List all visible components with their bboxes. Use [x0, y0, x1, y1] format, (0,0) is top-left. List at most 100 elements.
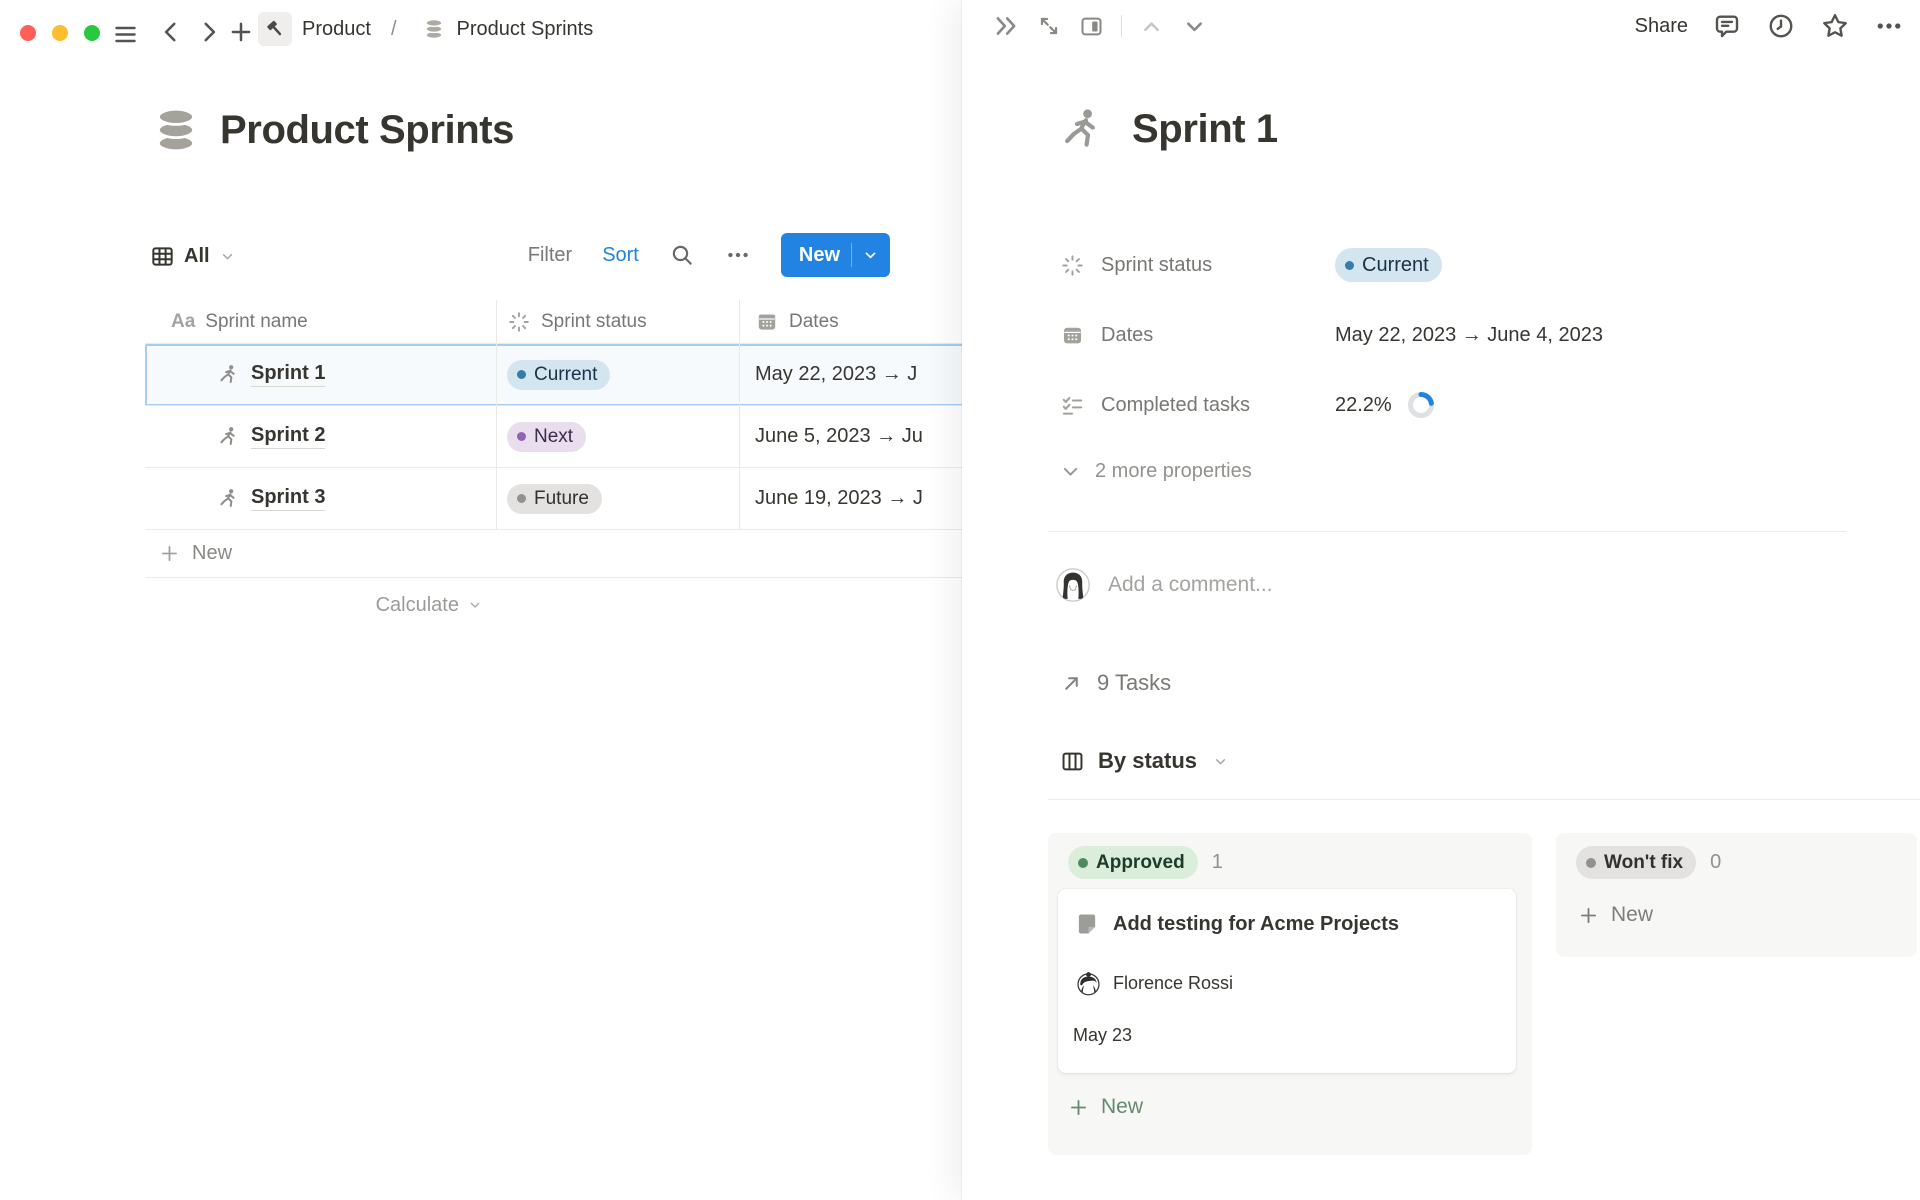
breadcrumb-product[interactable]: Product [302, 18, 371, 41]
board-card[interactable]: Add testing for Acme Projects Florence R… [1058, 889, 1516, 1073]
share-button[interactable]: Share [1635, 15, 1688, 38]
page-header: Product Sprints [152, 106, 514, 154]
status-pill[interactable]: Next [507, 422, 586, 452]
assignee-avatar [1076, 971, 1101, 996]
column-header-sprint-status[interactable]: Sprint status [497, 300, 740, 344]
group-status-pill[interactable]: Approved [1068, 846, 1198, 879]
row-title-link[interactable]: Sprint 2 [251, 424, 325, 449]
status-pill[interactable]: Current [507, 360, 610, 390]
runner-icon [217, 487, 240, 510]
property-label[interactable]: Completed tasks [1060, 393, 1335, 418]
column-header-label: Sprint name [205, 311, 307, 333]
peek-controls [992, 12, 1208, 40]
dates-cell[interactable]: June 19, 2023 → J [755, 487, 923, 510]
favorite-star-icon[interactable] [1820, 11, 1850, 41]
plus-icon [1068, 1097, 1089, 1118]
calculate-dropdown[interactable]: Calculate [145, 578, 497, 632]
card-title[interactable]: Add testing for Acme Projects [1113, 913, 1399, 936]
status-pill[interactable]: Future [507, 484, 602, 514]
property-row-completed-tasks: Completed tasks 22.2% [1060, 386, 1880, 424]
page-title: Product Sprints [220, 108, 514, 153]
board-group-wont-fix: Won't fix 0 New [1556, 833, 1917, 957]
new-button[interactable]: New [781, 233, 890, 277]
comment-placeholder[interactable]: Add a comment... [1108, 573, 1273, 597]
next-page-chevron-down-icon[interactable] [1181, 13, 1208, 40]
collection-toolbar: Filter Sort New [150, 232, 890, 278]
board-new-card-button[interactable]: New [1578, 903, 1653, 927]
property-row-dates: Dates May 22, 2023 → June 4, 2023 [1060, 316, 1880, 354]
breadcrumb-current[interactable]: Product Sprints [457, 18, 594, 41]
card-date: May 23 [1073, 1025, 1132, 1046]
board-group-header[interactable]: Won't fix 0 [1576, 846, 1721, 879]
property-row-sprint-status: Sprint status Current [1060, 246, 1880, 284]
date-property-icon [1060, 323, 1085, 348]
status-property-icon [507, 310, 531, 334]
previous-page-chevron-up-icon[interactable] [1138, 13, 1165, 40]
forward-icon[interactable] [196, 19, 222, 45]
new-button-label: New [799, 244, 840, 267]
updates-clock-icon[interactable] [1766, 11, 1796, 41]
table-row-sprint-2[interactable]: Sprint 2 Next June 5, 2023 → Ju [145, 406, 1070, 468]
product-page-hammer-icon[interactable] [258, 12, 292, 46]
divider [1121, 15, 1122, 37]
progress-ring [1406, 390, 1436, 420]
peek-page-title[interactable]: Sprint 1 [1132, 107, 1278, 152]
side-peek-mode-icon[interactable] [1078, 13, 1105, 40]
table-new-row-button[interactable]: New [145, 530, 1070, 578]
board-new-card-button[interactable]: New [1068, 1095, 1143, 1119]
column-header-label: Sprint status [541, 311, 647, 333]
close-window-button[interactable] [20, 25, 36, 41]
property-label[interactable]: Dates [1060, 323, 1335, 348]
status-pill[interactable]: Current [1335, 248, 1442, 282]
sprints-table: Aa Sprint name Sprint status Dates Sprin… [145, 300, 1070, 632]
plus-icon [1578, 905, 1599, 926]
breadcrumb: Product / Product Sprints [258, 12, 593, 46]
comment-input-row[interactable]: Add a comment... [1056, 568, 1273, 602]
board-view-icon [1060, 749, 1085, 774]
database-icon-large[interactable] [152, 106, 200, 154]
table-header-row: Aa Sprint name Sprint status Dates [145, 300, 1070, 344]
completed-tasks-value[interactable]: 22.2% [1335, 394, 1392, 417]
search-icon[interactable] [669, 242, 695, 268]
column-header-sprint-name[interactable]: Aa Sprint name [145, 300, 497, 344]
expand-fullpage-icon[interactable] [1036, 13, 1062, 39]
checklist-property-icon [1060, 393, 1085, 418]
sort-button[interactable]: Sort [602, 244, 639, 267]
table-row-sprint-1[interactable]: Sprint 1 Current May 22, 2023 → J [145, 344, 1070, 406]
table-row-sprint-3[interactable]: Sprint 3 Future June 19, 2023 → J [145, 468, 1070, 530]
title-property-icon: Aa [171, 311, 195, 333]
row-title-link[interactable]: Sprint 3 [251, 486, 325, 511]
date-property-icon [755, 310, 779, 334]
dates-cell[interactable]: May 22, 2023 → J [755, 363, 917, 386]
divider [1048, 799, 1920, 800]
zoom-window-button[interactable] [84, 25, 100, 41]
more-properties-toggle[interactable]: 2 more properties [1060, 460, 1252, 483]
runner-icon [217, 425, 240, 448]
divider [1048, 531, 1846, 532]
dates-cell[interactable]: June 5, 2023 → Ju [755, 425, 923, 448]
board-group-header[interactable]: Approved 1 [1068, 846, 1223, 879]
dates-value[interactable]: May 22, 2023 → June 4, 2023 [1335, 324, 1603, 347]
comments-icon[interactable] [1712, 11, 1742, 41]
back-icon[interactable] [158, 19, 184, 45]
new-tab-plus-icon[interactable] [228, 19, 254, 45]
user-avatar [1056, 568, 1090, 602]
sidebar-menu-icon[interactable] [112, 21, 139, 48]
minimize-window-button[interactable] [52, 25, 68, 41]
new-button-chevron-icon[interactable] [863, 248, 878, 263]
group-count: 0 [1710, 851, 1721, 874]
plus-icon [159, 543, 180, 564]
more-options-icon[interactable] [1874, 11, 1904, 41]
property-label[interactable]: Sprint status [1060, 253, 1335, 278]
row-title-link[interactable]: Sprint 1 [251, 362, 325, 387]
peek-title-row: Sprint 1 [1058, 105, 1278, 153]
group-status-pill[interactable]: Won't fix [1576, 846, 1696, 879]
assignee-name: Florence Rossi [1113, 973, 1233, 994]
filter-button[interactable]: Filter [528, 244, 572, 267]
arrow-up-right-icon [1060, 672, 1083, 695]
runner-icon-large[interactable] [1058, 105, 1106, 153]
close-peek-double-chevron-icon[interactable] [992, 12, 1020, 40]
board-view-tab[interactable]: By status [1060, 748, 1229, 774]
more-options-icon[interactable] [725, 242, 751, 268]
linked-tasks-link[interactable]: 9 Tasks [1060, 670, 1171, 696]
